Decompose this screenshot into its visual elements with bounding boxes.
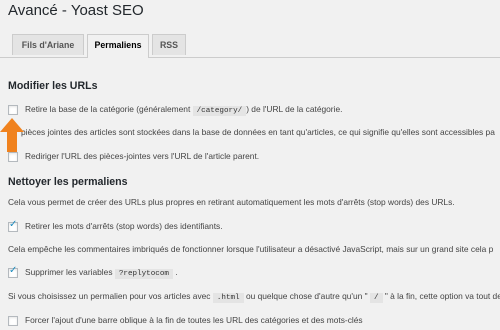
strip-category-base-checkbox[interactable] <box>8 105 18 115</box>
force-trailing-slash-label: Forcer l'ajout d'une barre oblique à la … <box>25 315 363 325</box>
remove-replytocom-label: Supprimer les variables ?replytocom . <box>25 267 178 279</box>
slash-code: / <box>369 293 383 303</box>
html-code: .html <box>212 293 244 303</box>
force-trailing-slash-checkbox[interactable] <box>8 316 18 326</box>
tab-rss[interactable]: RSS <box>152 34 186 55</box>
checkmark-icon: ✓ <box>9 219 18 230</box>
arrow-up-icon <box>0 118 24 152</box>
tab-breadcrumbs[interactable]: Fils d'Ariane <box>12 34 84 55</box>
page-title: Avancé - Yoast SEO <box>8 2 144 19</box>
section-title-urls: Modifier les URLs <box>8 80 98 92</box>
redirect-attachment-checkbox[interactable] <box>8 152 18 162</box>
replytocom-code: ?replytocom <box>114 269 173 279</box>
category-code: /category/ <box>192 106 247 116</box>
strip-category-base-label: Retire la base de la catégorie (générale… <box>25 104 343 116</box>
tab-permalinks[interactable]: Permaliens <box>87 34 149 58</box>
remove-stopwords-checkbox[interactable]: ✓ <box>8 219 18 232</box>
attachments-label: pièces jointes des articles sont stockée… <box>21 127 495 137</box>
replytocom-description: Cela empêche les commentaires imbriqués … <box>8 244 494 254</box>
checkmark-icon: ✓ <box>9 265 18 276</box>
clean-permalinks-intro: Cela vous permet de créer des URLs plus … <box>8 197 455 207</box>
section-title-clean-permalinks: Nettoyer les permaliens <box>8 176 128 188</box>
remove-stopwords-label: Retirer les mots d'arrêts (stop words) d… <box>25 221 223 231</box>
tab-bar: Fils d'Ariane Permaliens RSS <box>0 31 500 58</box>
redirect-attachment-label: Rediriger l'URL des pièces-jointes vers … <box>25 151 260 161</box>
remove-replytocom-checkbox[interactable]: ✓ <box>8 265 18 278</box>
trailing-slash-description: Si vous choisissez un permalien pour vos… <box>8 291 500 303</box>
